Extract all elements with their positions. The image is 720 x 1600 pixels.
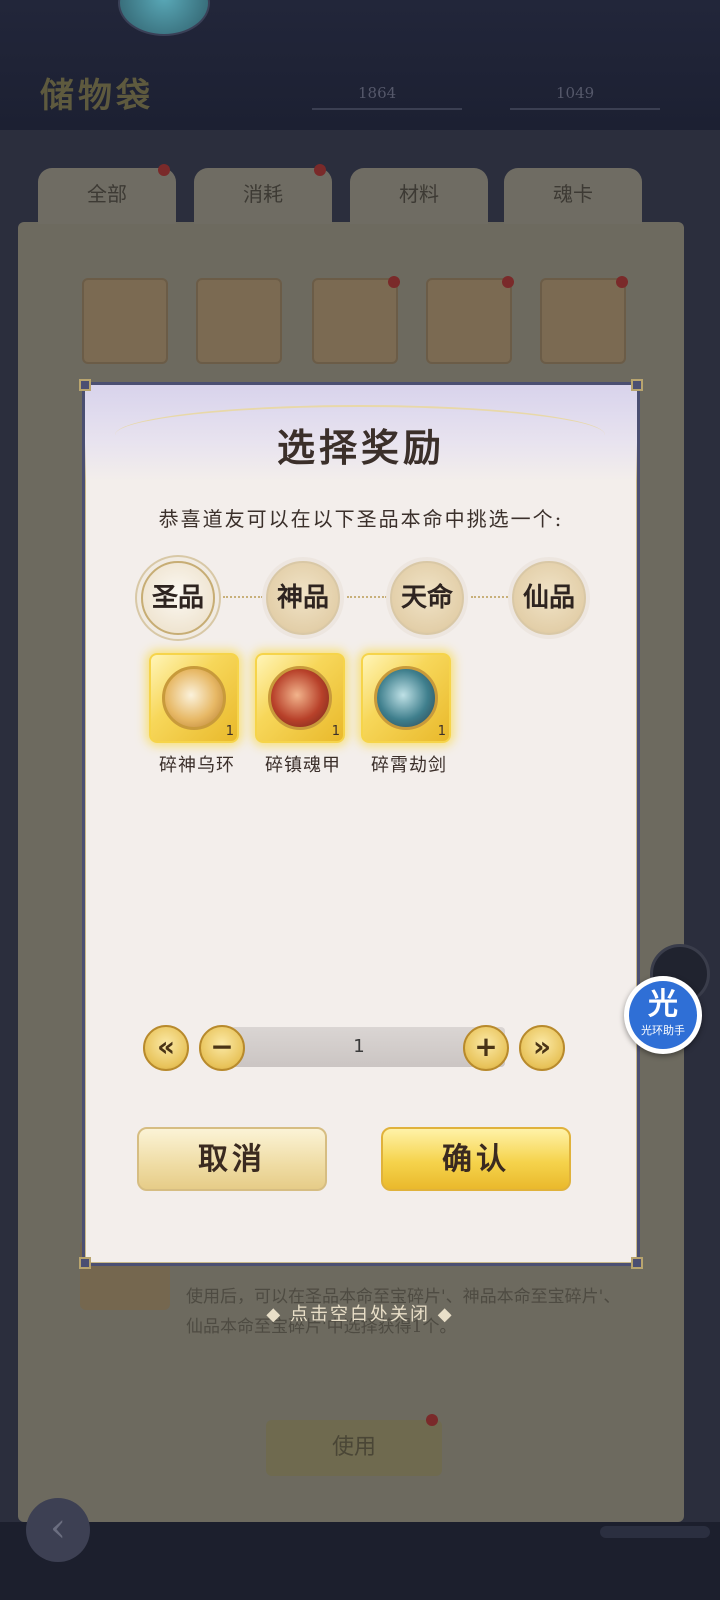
tab-all[interactable]: 全部 (38, 164, 176, 224)
tier-tab-sacred[interactable]: 圣品 (141, 561, 215, 635)
currency-counter: 1049 (510, 76, 660, 110)
notification-dot (426, 1414, 438, 1426)
use-button-label: 使用 (331, 1435, 376, 1460)
tab-label: 材料 (399, 182, 439, 206)
tab-label: 全部 (87, 182, 127, 206)
notification-dot (388, 276, 400, 288)
reward-count: 1 (331, 724, 340, 739)
notification-dot (158, 164, 170, 176)
reward-item[interactable]: 1 碎霄劫剑 (361, 653, 457, 777)
reward-frame: 1 (149, 653, 239, 743)
helper-glyph: 光 (648, 987, 678, 1022)
inventory-item[interactable] (82, 278, 168, 364)
helper-icon: 光 光环助手 (629, 981, 697, 1049)
ring-fragment-icon (162, 666, 226, 730)
dialog-title: 选择奖励 (276, 425, 445, 470)
close-hint[interactable]: ◆ 点击空白处关闭 ◆ (0, 1300, 720, 1326)
bottom-handle (600, 1526, 710, 1538)
tier-tab-destiny[interactable]: 天命 (390, 561, 464, 635)
confirm-button[interactable]: 确认 (381, 1127, 571, 1191)
corner-ornament (79, 1257, 91, 1269)
currency-counter: 1864 (312, 76, 462, 110)
quantity-value[interactable]: 1 (213, 1027, 505, 1067)
tab-label: 魂卡 (553, 182, 593, 206)
reward-count: 1 (225, 724, 234, 739)
cancel-button[interactable]: 取消 (137, 1127, 327, 1191)
reward-name: 碎镇魂甲 (265, 755, 341, 776)
reward-frame: 1 (361, 653, 451, 743)
dialog-subtitle: 恭喜道友可以在以下圣品本命中挑选一个: (158, 507, 564, 531)
first-double-chevron-icon[interactable]: « (143, 1025, 189, 1071)
tab-soul-card[interactable]: 魂卡 (504, 168, 642, 224)
corner-ornament (79, 379, 91, 391)
notification-dot (502, 276, 514, 288)
reward-dialog: 选择奖励 恭喜道友可以在以下圣品本命中挑选一个: 圣品 神品 天命 仙品 1 碎… (79, 379, 643, 1269)
tier-tab-divine[interactable]: 神品 (266, 561, 340, 635)
plus-button[interactable]: + (463, 1025, 509, 1071)
inventory-item[interactable] (312, 276, 400, 364)
notification-dot (314, 164, 326, 176)
inventory-item[interactable] (540, 276, 628, 364)
tab-material[interactable]: 材料 (350, 168, 488, 224)
corner-ornament (631, 379, 643, 391)
page-title: 储物袋 (40, 76, 154, 116)
use-button[interactable]: 使用 (266, 1414, 442, 1476)
tier-connector (347, 596, 387, 600)
tier-tab-immortal[interactable]: 仙品 (512, 561, 586, 635)
reward-item[interactable]: 1 碎神乌环 (149, 653, 245, 777)
reward-name: 碎霄劫剑 (371, 755, 447, 776)
minus-button[interactable]: − (199, 1025, 245, 1071)
reward-name: 碎神乌环 (159, 755, 235, 776)
tier-connector (223, 596, 263, 600)
reward-item[interactable]: 1 碎镇魂甲 (255, 653, 351, 777)
armor-fragment-icon (268, 666, 332, 730)
tab-consumable[interactable]: 消耗 (194, 164, 332, 224)
inventory-item[interactable] (196, 278, 282, 364)
last-double-chevron-icon[interactable]: » (519, 1025, 565, 1071)
inventory-item[interactable] (426, 276, 514, 364)
corner-ornament (631, 1257, 643, 1269)
helper-floating-button[interactable]: 光 光环助手 (624, 976, 702, 1054)
notification-dot (616, 276, 628, 288)
back-arrow-icon[interactable]: ‹ (26, 1498, 90, 1562)
tab-label: 消耗 (243, 182, 283, 206)
reward-count: 1 (437, 724, 446, 739)
tier-connector (471, 596, 511, 600)
reward-frame: 1 (255, 653, 345, 743)
helper-label: 光环助手 (641, 1024, 685, 1037)
sword-fragment-icon (374, 666, 438, 730)
